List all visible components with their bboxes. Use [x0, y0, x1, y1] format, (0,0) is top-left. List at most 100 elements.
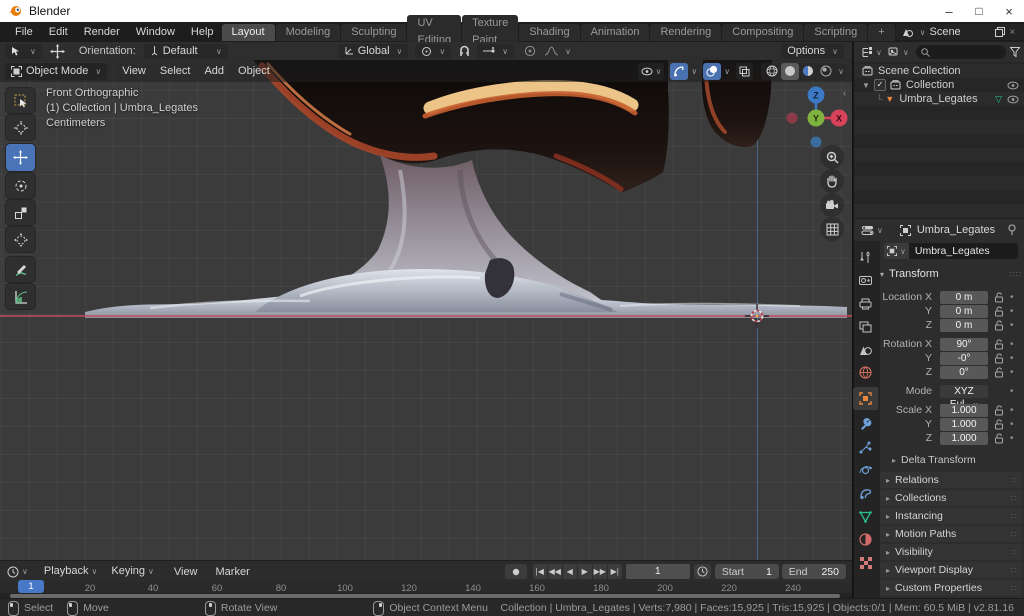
scale-z-field[interactable]: 1.000: [940, 432, 988, 445]
tab-physics[interactable]: [853, 460, 878, 481]
proportional-falloff-dropdown[interactable]: ∨: [539, 44, 577, 59]
animate-dot[interactable]: •: [1010, 319, 1014, 332]
panel-motion-paths[interactable]: ▸Motion Paths∷: [880, 526, 1022, 542]
new-scene-icon[interactable]: [995, 27, 1005, 37]
outliner-editor-type-button[interactable]: ∨: [858, 44, 885, 61]
menu-edit[interactable]: Edit: [41, 22, 76, 42]
rotation-x-field[interactable]: 90°: [940, 338, 988, 351]
sidebar-toggle-chevron[interactable]: ‹: [843, 88, 846, 98]
timeline-editor-type-button[interactable]: ∨: [4, 563, 31, 580]
pan-view-button[interactable]: [820, 169, 844, 193]
viewport-3d[interactable]: Object Mode ∨ View Select Add Object ∨ ∨…: [0, 60, 852, 560]
end-frame-field[interactable]: End 250: [782, 564, 846, 579]
viewport-menu-view[interactable]: View: [115, 62, 153, 80]
animate-dot[interactable]: •: [1010, 432, 1014, 445]
delta-transform-panel[interactable]: ▸ Delta Transform: [892, 453, 1022, 467]
tool-annotate[interactable]: [6, 257, 35, 282]
object-id-dropdown[interactable]: ∨: [884, 243, 909, 259]
tab-texture[interactable]: [853, 552, 878, 573]
viewport-menu-select[interactable]: Select: [153, 62, 198, 80]
unlink-scene-icon[interactable]: ×: [1009, 27, 1015, 38]
tab-material[interactable]: [853, 529, 878, 550]
options-dropdown[interactable]: Options ∨: [781, 44, 844, 59]
navigation-gizmo[interactable]: Z Y X: [780, 82, 852, 154]
rotation-mode-dropdown[interactable]: XYZ Eul..∨: [940, 385, 988, 398]
viewport-menu-add[interactable]: Add: [197, 62, 231, 80]
snap-with-dropdown[interactable]: ∨: [477, 44, 514, 59]
panel-collections[interactable]: ▸Collections∷: [880, 490, 1022, 506]
jump-to-end-button[interactable]: ▶|: [608, 564, 622, 579]
rotation-y-field[interactable]: -0°: [940, 352, 988, 365]
location-y-field[interactable]: 0 m: [940, 305, 988, 318]
lock-open-icon[interactable]: [994, 353, 1004, 364]
workspace-tab-scripting[interactable]: Scripting: [804, 24, 867, 41]
scene-dropdown-chevron[interactable]: ∨: [920, 28, 926, 37]
tab-constraints[interactable]: [853, 483, 878, 504]
camera-view-button[interactable]: [820, 193, 844, 217]
scene-name[interactable]: Scene: [929, 26, 991, 38]
lock-open-icon[interactable]: [994, 292, 1004, 303]
maximize-button[interactable]: □: [964, 4, 994, 18]
cursor-3d[interactable]: [745, 304, 769, 328]
shading-wireframe-button[interactable]: [763, 63, 781, 80]
gizmos-toggle[interactable]: [670, 63, 688, 80]
viewport-menu-object[interactable]: Object: [231, 62, 277, 80]
tool-cursor[interactable]: [6, 115, 35, 140]
proportional-editing-toggle[interactable]: [521, 44, 539, 59]
gizmos-dropdown-chevron[interactable]: ∨: [691, 67, 697, 76]
xray-toggle[interactable]: [736, 63, 753, 80]
lock-open-icon[interactable]: [994, 405, 1004, 416]
animate-dot[interactable]: •: [1010, 385, 1014, 398]
lock-open-icon[interactable]: [994, 339, 1004, 350]
mode-dropdown[interactable]: Object Mode ∨: [5, 63, 107, 80]
animate-dot[interactable]: •: [1010, 404, 1014, 417]
animate-dot[interactable]: •: [1010, 305, 1014, 318]
tab-output[interactable]: [853, 293, 878, 314]
jump-to-start-button[interactable]: |◀: [533, 564, 547, 579]
menu-render[interactable]: Render: [76, 22, 128, 42]
shading-solid-button[interactable]: [781, 63, 799, 80]
transform-orientation-dropdown[interactable]: Global ∨: [338, 44, 409, 59]
lock-open-icon[interactable]: [994, 367, 1004, 378]
panel-visibility[interactable]: ▸Visibility∷: [880, 544, 1022, 560]
auto-keying-toggle[interactable]: [505, 564, 527, 579]
shading-material-button[interactable]: [799, 63, 817, 80]
tab-modifiers[interactable]: [853, 414, 878, 435]
snap-target-dropdown[interactable]: ∨: [415, 44, 451, 59]
minimize-button[interactable]: –: [934, 4, 964, 19]
animate-dot[interactable]: •: [1010, 418, 1014, 431]
overlays-dropdown-chevron[interactable]: ∨: [724, 67, 730, 76]
previous-keyframe-button[interactable]: ◀◀: [548, 564, 562, 579]
timeline-menu-view[interactable]: View: [167, 563, 205, 581]
shading-rendered-button[interactable]: [817, 63, 835, 80]
workspace-tab-modeling[interactable]: Modeling: [276, 24, 341, 41]
outliner-row-scene-collection[interactable]: Scene Collection: [854, 64, 1024, 78]
object-type-visibility-dropdown[interactable]: ∨: [638, 63, 665, 80]
animate-dot[interactable]: •: [1010, 338, 1014, 351]
active-tool-button[interactable]: ∨: [5, 44, 42, 59]
workspace-tab-rendering[interactable]: Rendering: [650, 24, 721, 41]
play-button[interactable]: ▶: [578, 564, 592, 579]
toggle-ortho-button[interactable]: [820, 217, 844, 241]
tab-scene[interactable]: [853, 339, 878, 360]
filter-icon[interactable]: [1010, 47, 1020, 57]
pin-icon[interactable]: [1007, 224, 1017, 236]
timeline-menu-keying[interactable]: Keying∨: [104, 562, 161, 581]
lock-open-icon[interactable]: [994, 419, 1004, 430]
playhead[interactable]: 1: [18, 580, 44, 593]
rotation-z-field[interactable]: 0°: [940, 366, 988, 379]
overlays-toggle[interactable]: [703, 63, 721, 80]
hide-eye-icon[interactable]: [1007, 81, 1019, 90]
close-button[interactable]: ×: [994, 4, 1024, 19]
lock-open-icon[interactable]: [994, 306, 1004, 317]
workspace-tab-layout[interactable]: Layout: [222, 24, 275, 41]
timeline-menu-marker[interactable]: Marker: [209, 563, 257, 581]
orientation-dropdown[interactable]: Default ∨: [144, 44, 228, 59]
panel-custom-properties[interactable]: ▸Custom Properties∷: [880, 580, 1022, 596]
animate-dot[interactable]: •: [1010, 291, 1014, 304]
animate-dot[interactable]: •: [1010, 352, 1014, 365]
workspace-tab-add[interactable]: +: [868, 24, 894, 41]
collection-expand-arrow[interactable]: ▼: [862, 81, 870, 90]
workspace-tab-compositing[interactable]: Compositing: [722, 24, 803, 41]
location-z-field[interactable]: 0 m: [940, 319, 988, 332]
